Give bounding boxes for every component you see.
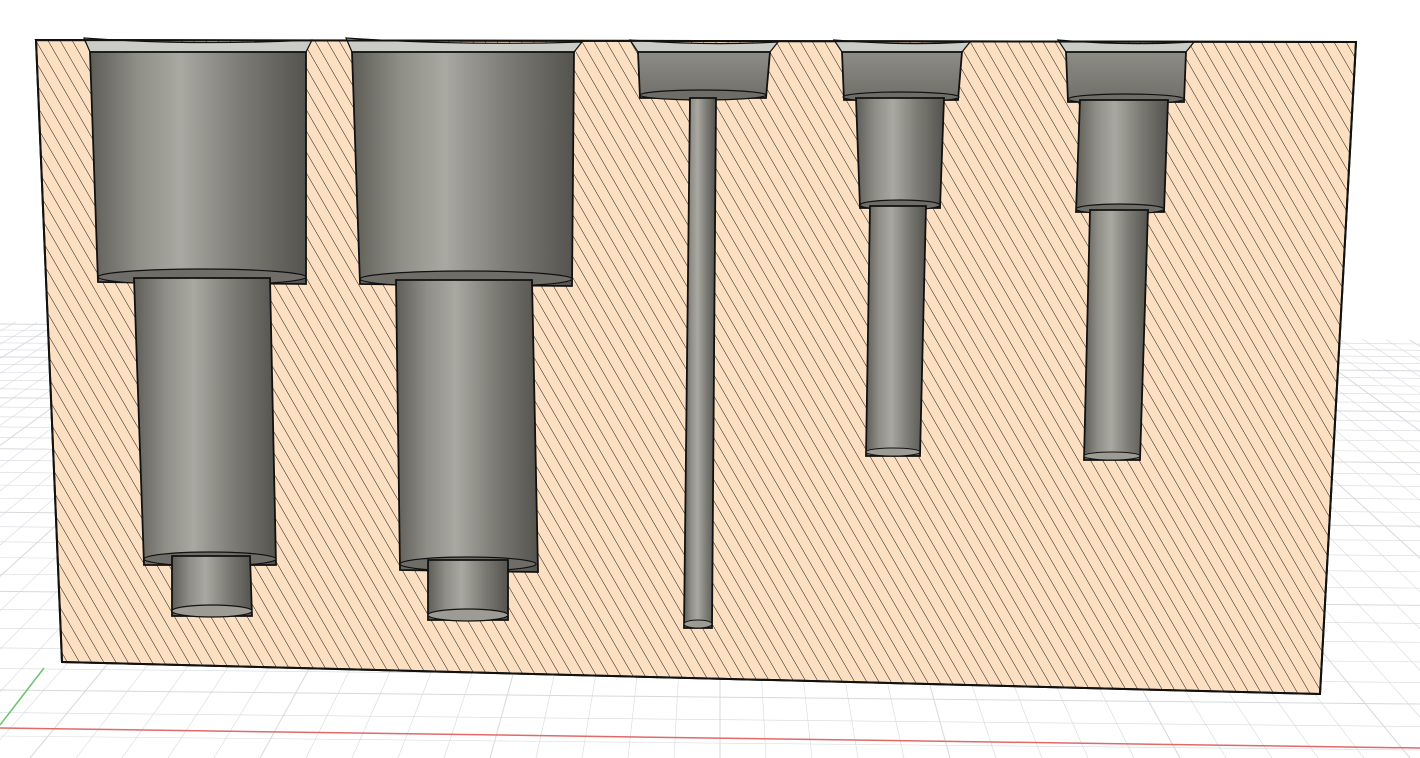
section-analysis-canvas[interactable] <box>0 0 1420 758</box>
hole-5-pilot-floor <box>1083 451 1141 461</box>
hole-5-pilot <box>1083 209 1149 461</box>
hole-5-bore <box>1075 99 1169 213</box>
hole-1-bore <box>133 277 277 566</box>
cad-3d-viewport[interactable] <box>0 0 1420 758</box>
hole-1-counterbore <box>89 51 307 285</box>
hole-1-pilot-floor <box>171 604 253 618</box>
section-body[interactable] <box>34 37 1358 696</box>
y-axis-line <box>0 667 45 726</box>
hole-3-pin-bore <box>683 97 717 629</box>
hole-2-pilot-floor <box>427 608 509 622</box>
hole-4-pilot-floor <box>865 447 921 457</box>
hole-2-counterbore <box>351 51 575 287</box>
hole-3-pin-floor <box>683 619 713 629</box>
hole-2-bore <box>395 279 539 573</box>
hole-4-bore <box>855 97 945 209</box>
hole-4-pilot <box>865 205 927 457</box>
